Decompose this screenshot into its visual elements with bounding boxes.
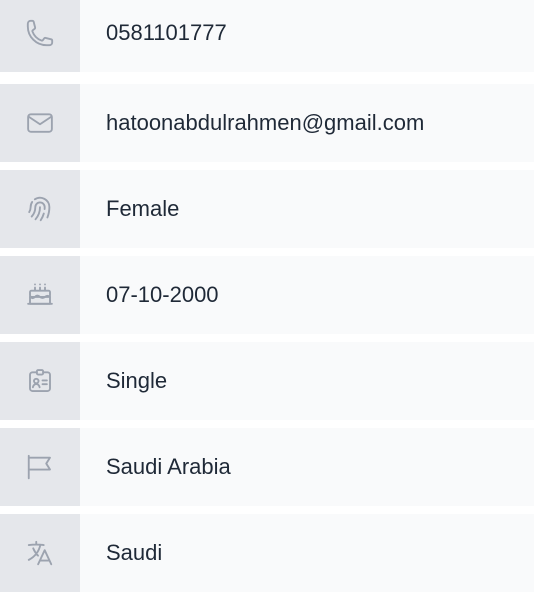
flag-icon bbox=[27, 454, 51, 480]
country-value: Saudi Arabia bbox=[106, 454, 231, 479]
id-badge-icon bbox=[29, 369, 51, 392]
phone-value: 0581101777 bbox=[106, 20, 227, 45]
email-row: hatoonabdulrahmen@gmail.com bbox=[0, 84, 534, 162]
nationality-value: Saudi bbox=[106, 540, 163, 565]
language-icon bbox=[27, 540, 53, 566]
email-icon-box bbox=[0, 84, 80, 162]
nationality-row: Saudi bbox=[0, 514, 534, 592]
phone-icon-box bbox=[0, 0, 80, 72]
gender-value: Female bbox=[106, 196, 180, 221]
fingerprint-icon bbox=[28, 196, 51, 222]
country-row: Saudi Arabia bbox=[0, 428, 534, 506]
cake-icon bbox=[27, 283, 53, 305]
phone-row: 0581101777 bbox=[0, 0, 534, 72]
marital-status-value: Single bbox=[106, 368, 168, 393]
birthdate-value: 07-10-2000 bbox=[106, 282, 219, 307]
gender-icon-box bbox=[0, 170, 80, 248]
phone-icon bbox=[26, 19, 54, 47]
email-value: hatoonabdulrahmen@gmail.com bbox=[106, 110, 425, 135]
marital-status-row: Single bbox=[0, 342, 534, 420]
birthdate-row: 07-10-2000 bbox=[0, 256, 534, 334]
envelope-icon bbox=[27, 113, 53, 133]
nationality-icon-box bbox=[0, 514, 80, 592]
marital-status-icon-box bbox=[0, 342, 80, 420]
profile-details-list: 0581101777 hatoonabdulrahmen@gmail.com F… bbox=[0, 0, 534, 594]
birthdate-icon-box bbox=[0, 256, 80, 334]
country-icon-box bbox=[0, 428, 80, 506]
gender-row: Female bbox=[0, 170, 534, 248]
